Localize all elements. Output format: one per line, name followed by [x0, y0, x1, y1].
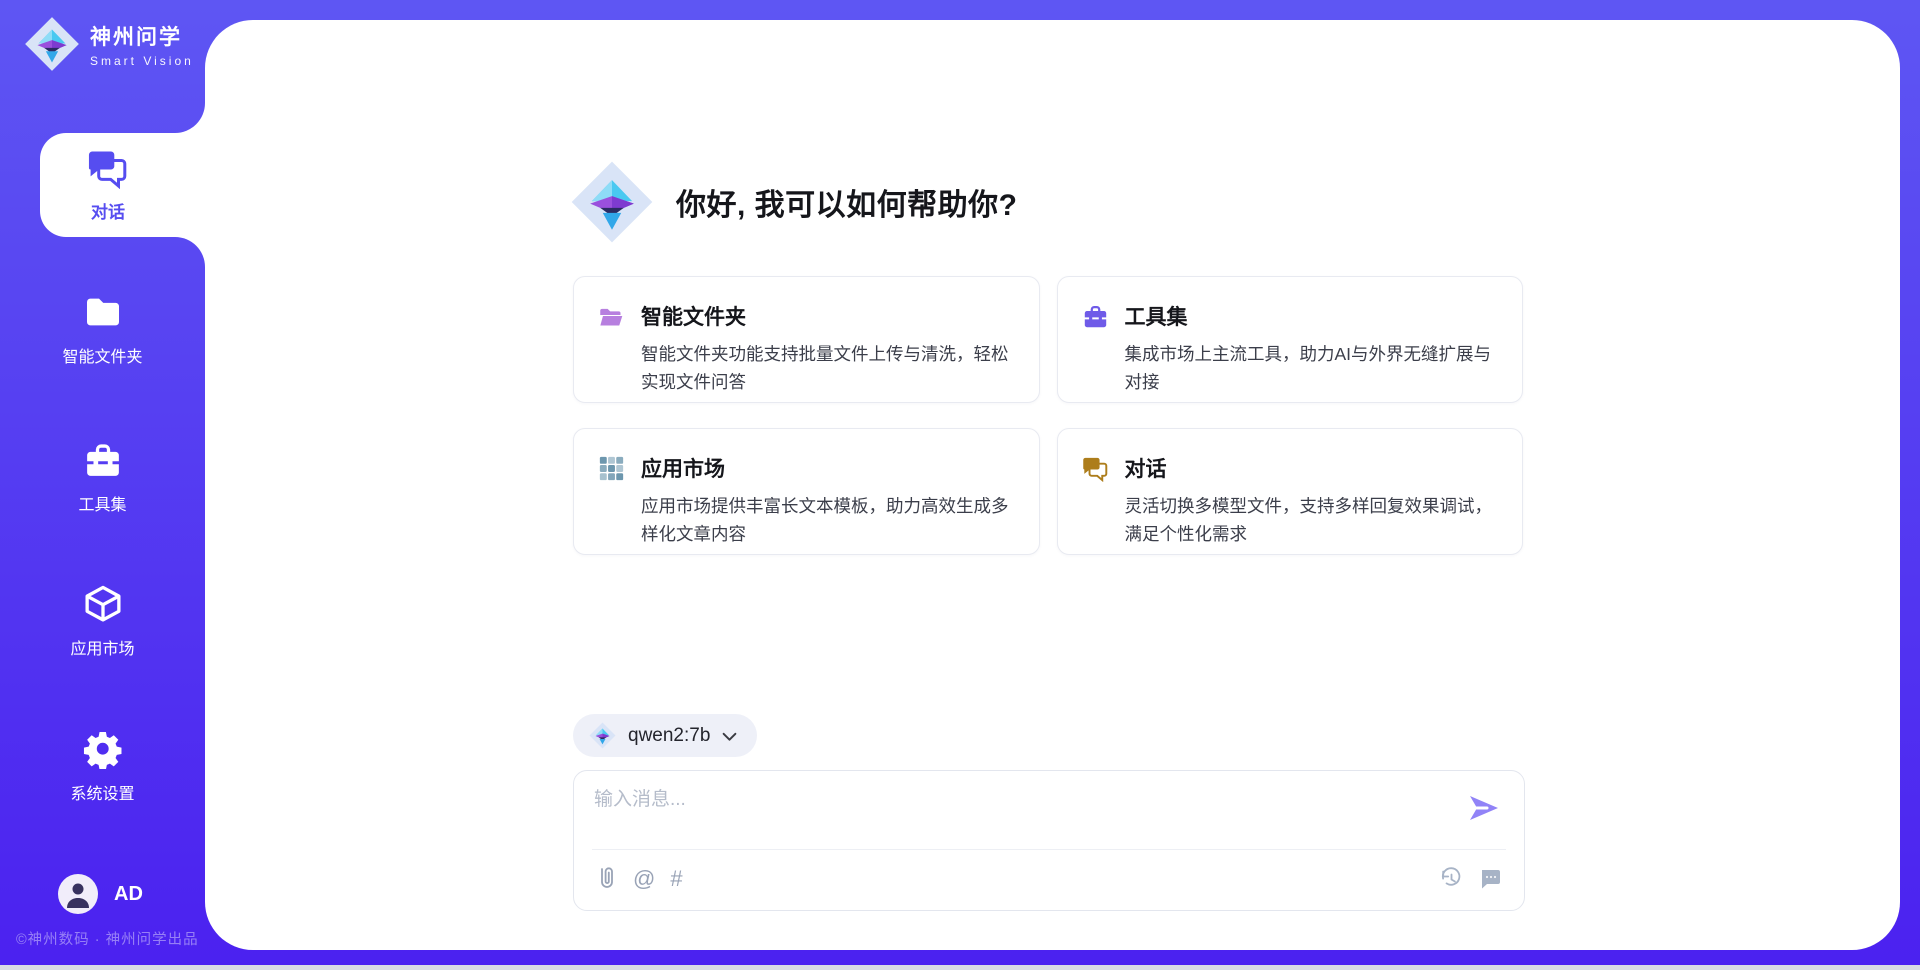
- sidebar-item-toolset[interactable]: 工具集: [0, 440, 205, 515]
- folder-icon: [83, 292, 123, 332]
- card-description: 集成市场上主流工具，助力AI与外界无缝扩展与对接: [1125, 340, 1497, 396]
- message-input[interactable]: [594, 784, 1444, 842]
- sidebar-item-settings[interactable]: 系统设置: [0, 729, 205, 804]
- composer-divider: [592, 849, 1506, 850]
- mention-icon[interactable]: @: [633, 864, 655, 894]
- avatar: [58, 874, 98, 914]
- attachment-icon[interactable]: [594, 864, 618, 894]
- sidebar-item-label: 系统设置: [70, 780, 134, 804]
- cube-icon: [83, 584, 123, 624]
- greeting-text: 你好, 我可以如何帮助你?: [676, 180, 1018, 224]
- send-button[interactable]: [1467, 792, 1501, 824]
- sidebar-item-app-market[interactable]: 应用市场: [0, 584, 205, 659]
- sidebar-item-chat[interactable]: 对话: [40, 133, 210, 237]
- open-folder-icon: [598, 303, 625, 330]
- sidebar-item-smart-folders[interactable]: 智能文件夹: [0, 292, 205, 367]
- card-title: 工具集: [1125, 301, 1497, 331]
- chat-icon: [87, 147, 129, 189]
- assistant-logo-icon: [570, 160, 654, 244]
- user-name: AD: [114, 883, 143, 906]
- message-composer: @ #: [573, 770, 1525, 911]
- card-app-market[interactable]: 应用市场 应用市场提供丰富长文本模板，助力高效生成多样化文章内容: [573, 428, 1040, 555]
- brand: 神州问学 Smart Vision: [24, 16, 194, 72]
- toolbox-icon: [1082, 303, 1109, 330]
- card-description: 灵活切换多模型文件，支持多样回复效果调试，满足个性化需求: [1125, 492, 1497, 548]
- card-title: 应用市场: [641, 453, 1013, 483]
- sidebar-item-label: 对话: [91, 198, 125, 223]
- card-description: 智能文件夹功能支持批量文件上传与清洗，轻松实现文件问答: [641, 340, 1013, 396]
- send-icon: [1467, 792, 1501, 824]
- app-root: 神州问学 Smart Vision 对话 智能文件夹 工具集 应用市场 系统设置: [0, 0, 1920, 970]
- card-title: 智能文件夹: [641, 301, 1013, 331]
- composer-tools-left: @ #: [594, 864, 683, 894]
- greeting: 你好, 我可以如何帮助你?: [570, 160, 1018, 244]
- user-profile[interactable]: AD: [58, 874, 143, 914]
- card-toolset[interactable]: 工具集 集成市场上主流工具，助力AI与外界无缝扩展与对接: [1057, 276, 1524, 403]
- grid-icon: [598, 455, 625, 482]
- card-chat[interactable]: 对话 灵活切换多模型文件，支持多样回复效果调试，满足个性化需求: [1057, 428, 1524, 555]
- card-smart-folders[interactable]: 智能文件夹 智能文件夹功能支持批量文件上传与清洗，轻松实现文件问答: [573, 276, 1040, 403]
- model-logo-icon: [589, 722, 616, 749]
- feedback-icon[interactable]: [1478, 864, 1502, 894]
- brand-name: 神州问学: [90, 21, 194, 51]
- window-bottom-edge: [0, 965, 1920, 970]
- copyright-text: ©神州数码 · 神州问学出品: [16, 928, 199, 949]
- sidebar-item-label: 工具集: [78, 491, 126, 515]
- avatar-icon: [58, 874, 98, 914]
- history-icon[interactable]: [1439, 864, 1463, 894]
- model-name: qwen2:7b: [628, 725, 710, 747]
- brand-logo-icon: [24, 16, 80, 72]
- tab-curve-bottom: [175, 237, 205, 267]
- tab-curve-top: [175, 103, 205, 133]
- feature-cards: 智能文件夹 智能文件夹功能支持批量文件上传与清洗，轻松实现文件问答 工具集 集成…: [573, 276, 1523, 555]
- gear-icon: [83, 729, 123, 769]
- model-selector[interactable]: qwen2:7b: [573, 714, 757, 757]
- sidebar-item-label: 应用市场: [70, 635, 134, 659]
- chat-icon: [1082, 455, 1109, 482]
- chevron-down-icon: [722, 732, 737, 742]
- sidebar-item-label: 智能文件夹: [62, 343, 142, 367]
- topic-icon[interactable]: #: [670, 864, 682, 894]
- card-title: 对话: [1125, 453, 1497, 483]
- card-description: 应用市场提供丰富长文本模板，助力高效生成多样化文章内容: [641, 492, 1013, 548]
- toolbox-icon: [83, 440, 123, 480]
- brand-subtitle: Smart Vision: [90, 54, 194, 68]
- composer-tools-right: [1439, 864, 1502, 894]
